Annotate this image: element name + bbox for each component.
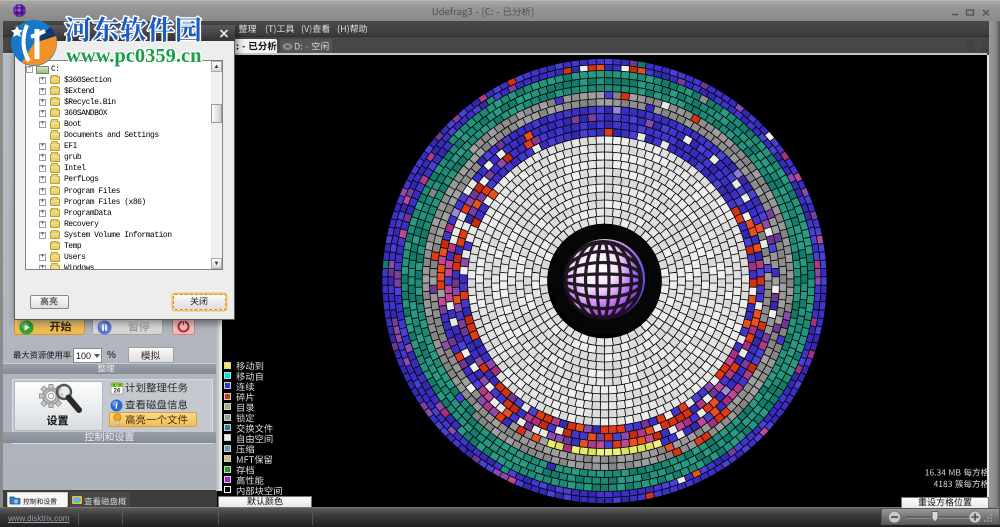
svg-text:www.pc0359.cn: www.pc0359.cn bbox=[66, 45, 202, 67]
svg-text:26: 26 bbox=[114, 388, 121, 394]
